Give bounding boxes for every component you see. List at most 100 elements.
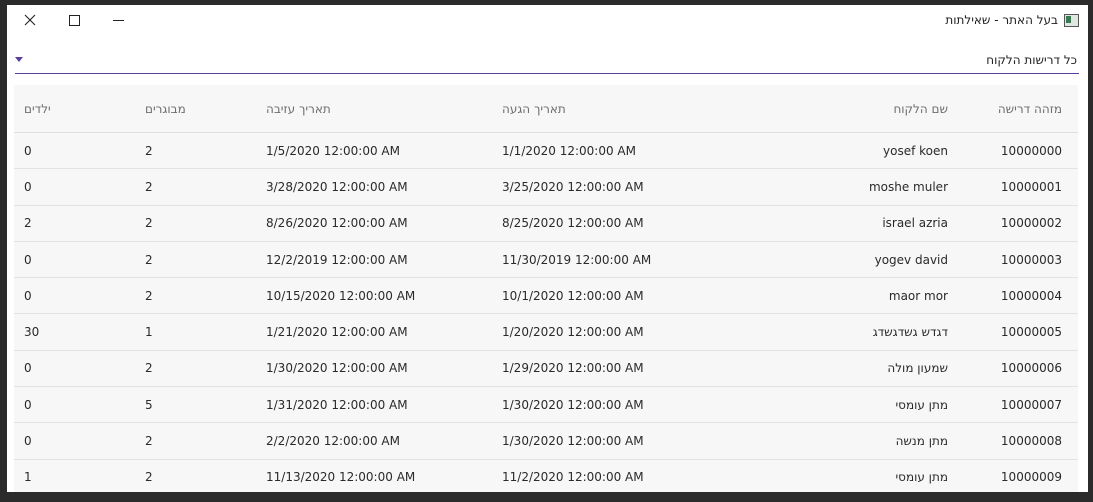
- cell-adults: 5: [135, 386, 256, 424]
- cell-arrival-date-text: 11/30/2019 12:00:00 AM: [502, 252, 652, 267]
- cell-request-id-text: 10000008: [1000, 434, 1062, 449]
- cell-arrival-date: 3/25/2020 12:00:00 AM: [492, 168, 728, 206]
- cell-adults: 2: [135, 277, 256, 315]
- cell-arrival-date-text: 10/1/2020 12:00:00 AM: [502, 288, 644, 303]
- table-row[interactable]: 10000009 מתן עומסי 11/2/2020 12:00:00 AM 11…: [14, 459, 1078, 492]
- cell-children-text: 0: [24, 361, 32, 376]
- column-header-departure-date[interactable]: תאריך עזיבה: [256, 85, 492, 133]
- cell-departure-date-text: 3/28/2020 12:00:00 AM: [266, 179, 408, 194]
- cell-adults: 2: [135, 241, 256, 279]
- app-window: בעל האתר - שאילתות כל דרישות הלקוח מזהה …: [7, 5, 1088, 492]
- cell-children: 0: [14, 241, 135, 279]
- cell-arrival-date-text: 1/30/2020 12:00:00 AM: [502, 397, 644, 412]
- cell-arrival-date-text: 1/1/2020 12:00:00 AM: [502, 143, 636, 158]
- cell-departure-date-text: 10/15/2020 12:00:00 AM: [266, 288, 416, 303]
- cell-arrival-date-text: 1/30/2020 12:00:00 AM: [502, 434, 644, 449]
- maximize-button[interactable]: [51, 5, 97, 35]
- cell-departure-date-text: 1/21/2020 12:00:00 AM: [266, 325, 408, 340]
- cell-children-text: 2: [24, 216, 32, 231]
- cell-children: 30: [14, 313, 135, 351]
- cell-arrival-date-text: 8/25/2020 12:00:00 AM: [502, 216, 644, 231]
- cell-customer-name-text: maor mor: [888, 288, 948, 303]
- cell-children: 0: [14, 168, 135, 206]
- cell-request-id-text: 10000002: [1000, 216, 1062, 231]
- column-header-arrival-date[interactable]: תאריך הגעה: [492, 85, 728, 133]
- requests-table[interactable]: מזהה דרישה שם הלקוח תאריך הגעה תאריך עזי…: [14, 85, 1078, 492]
- cell-arrival-date-text: 11/2/2020 12:00:00 AM: [502, 470, 644, 485]
- table-row[interactable]: 10000007 מתן עומסי 1/30/2020 12:00:00 AM 1/…: [14, 386, 1078, 424]
- cell-request-id-text: 10000005: [1000, 325, 1062, 340]
- table-row[interactable]: 10000006 שמעון מולה 1/29/2020 12:00:00 AM 1…: [14, 350, 1078, 388]
- table-row[interactable]: 10000000 yosef koen 1/1/2020 12:00:00 AM 1/…: [14, 132, 1078, 170]
- cell-departure-date-text: 1/5/2020 12:00:00 AM: [266, 143, 400, 158]
- cell-adults-text: 2: [145, 143, 153, 158]
- cell-customer-name-text: moshe muler: [868, 179, 948, 194]
- cell-departure-date: 3/28/2020 12:00:00 AM: [256, 168, 492, 206]
- cell-arrival-date: 8/25/2020 12:00:00 AM: [492, 205, 728, 242]
- cell-departure-date-text: 1/31/2020 12:00:00 AM: [266, 397, 408, 412]
- cell-departure-date: 1/30/2020 12:00:00 AM: [256, 350, 492, 388]
- cell-arrival-date: 1/30/2020 12:00:00 AM: [492, 386, 728, 424]
- window-title: בעל האתר - שאילתות: [945, 13, 1058, 27]
- cell-customer-name: מתן עומסי: [728, 459, 964, 492]
- cell-departure-date-text: 8/26/2020 12:00:00 AM: [266, 216, 408, 231]
- column-header-adults[interactable]: מבוגרים: [135, 85, 256, 133]
- cell-arrival-date: 1/29/2020 12:00:00 AM: [492, 350, 728, 388]
- minimize-icon: [112, 19, 124, 21]
- minimize-button[interactable]: [95, 5, 141, 35]
- cell-adults-text: 2: [145, 216, 153, 231]
- cell-children-text: 0: [24, 179, 32, 194]
- cell-customer-name-text: israel azria: [882, 216, 948, 231]
- cell-adults-text: 1: [145, 325, 153, 340]
- cell-request-id: 10000007: [964, 386, 1078, 424]
- chevron-down-icon[interactable]: [15, 57, 23, 62]
- close-button[interactable]: [7, 5, 53, 35]
- table-header: מזהה דרישה שם הלקוח תאריך הגעה תאריך עזי…: [14, 85, 1078, 133]
- cell-adults-text: 2: [145, 288, 153, 303]
- table-row[interactable]: 10000005 דגדש גשדגשדג 1/20/2020 12:00:00 A…: [14, 313, 1078, 351]
- cell-children: 0: [14, 277, 135, 315]
- cell-children-text: 30: [24, 325, 40, 340]
- cell-arrival-date: 11/30/2019 12:00:00 AM: [492, 241, 728, 279]
- cell-request-id-text: 10000007: [1000, 397, 1062, 412]
- cell-customer-name: yogev david: [728, 241, 964, 279]
- cell-adults: 2: [135, 205, 256, 242]
- cell-customer-name: moshe muler: [728, 168, 964, 206]
- app-icon: [1064, 13, 1079, 27]
- cell-arrival-date: 1/20/2020 12:00:00 AM: [492, 313, 728, 351]
- cell-arrival-date: 1/1/2020 12:00:00 AM: [492, 132, 728, 170]
- cell-children: 0: [14, 422, 135, 460]
- cell-departure-date: 1/31/2020 12:00:00 AM: [256, 386, 492, 424]
- cell-adults-text: 2: [145, 179, 153, 194]
- column-header-request-id[interactable]: מזהה דרישה: [964, 85, 1078, 133]
- cell-customer-name-text: דגדש גשדגשדג: [872, 325, 948, 340]
- table-row[interactable]: 10000004 maor mor 10/1/2020 12:00:00 AM 10/…: [14, 277, 1078, 315]
- table-row[interactable]: 10000002 israel azria 8/25/2020 12:00:00 A…: [14, 205, 1078, 242]
- cell-departure-date: 11/13/2020 12:00:00 AM: [256, 459, 492, 492]
- cell-request-id: 10000002: [964, 205, 1078, 242]
- table-row[interactable]: 10000001 moshe muler 3/25/2020 12:00:00 AM…: [14, 168, 1078, 206]
- cell-customer-name: שמעון מולה: [728, 350, 964, 388]
- cell-request-id: 10000006: [964, 350, 1078, 388]
- cell-children: 0: [14, 350, 135, 388]
- cell-adults: 2: [135, 168, 256, 206]
- cell-customer-name-text: שמעון מולה: [887, 361, 948, 376]
- column-header-customer-name[interactable]: שם הלקוח: [728, 85, 964, 133]
- cell-customer-name: yosef koen: [728, 132, 964, 170]
- table-row[interactable]: 10000008 מתן מנשה 1/30/2020 12:00:00 AM 2/2…: [14, 422, 1078, 460]
- cell-adults: 2: [135, 350, 256, 388]
- cell-children-text: 0: [24, 252, 32, 267]
- cell-request-id-text: 10000000: [1000, 143, 1062, 158]
- cell-departure-date: 1/5/2020 12:00:00 AM: [256, 132, 492, 170]
- cell-departure-date: 8/26/2020 12:00:00 AM: [256, 205, 492, 242]
- cell-arrival-date-text: 1/20/2020 12:00:00 AM: [502, 325, 644, 340]
- column-header-children[interactable]: ילדים: [14, 85, 135, 133]
- cell-adults: 2: [135, 132, 256, 170]
- cell-children: 0: [14, 132, 135, 170]
- cell-departure-date-text: 1/30/2020 12:00:00 AM: [266, 361, 408, 376]
- table-row[interactable]: 10000003 yogev david 11/30/2019 12:00:00 A…: [14, 241, 1078, 279]
- cell-departure-date: 2/2/2020 12:00:00 AM: [256, 422, 492, 460]
- request-filter-select[interactable]: כל דרישות הלקוח: [15, 47, 1079, 74]
- cell-children: 1: [14, 459, 135, 492]
- cell-children-text: 0: [24, 143, 32, 158]
